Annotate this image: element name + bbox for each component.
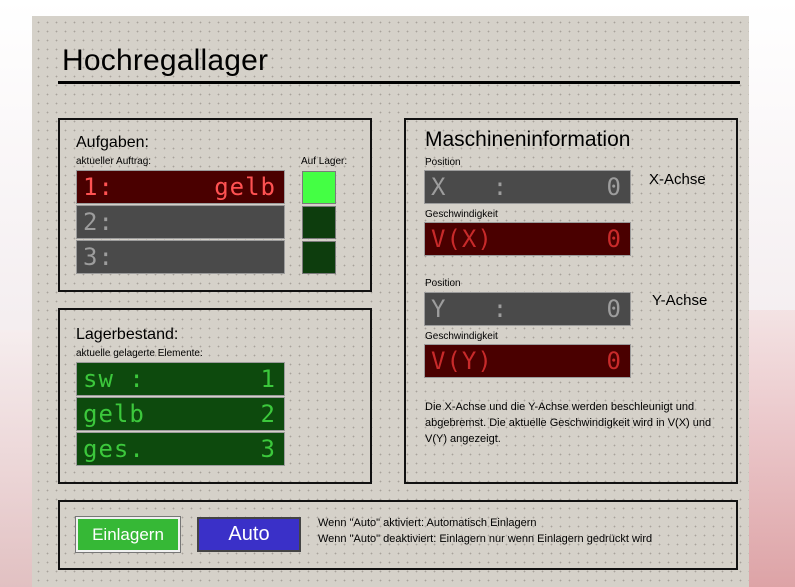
stock-gelb-value: 2 xyxy=(260,400,276,428)
lagerbestand-header: Lagerbestand: xyxy=(76,326,179,343)
stock-indicator-2 xyxy=(302,206,336,239)
y-speed-display: V(Y) 0 xyxy=(424,344,631,378)
y-position-label: Position xyxy=(425,278,461,289)
stock-display-sw: sw : 1 xyxy=(76,362,285,396)
y-speed-prefix: V(Y) xyxy=(431,347,493,375)
x-speed-value: 0 xyxy=(606,225,622,253)
task-1-value: gelb xyxy=(214,173,276,201)
maschine-header: Maschineninformation xyxy=(425,128,631,151)
background-decoration xyxy=(749,310,795,587)
task-display-1: 1: gelb xyxy=(76,170,285,204)
einlagern-button[interactable]: Einlagern xyxy=(76,517,180,552)
y-position-prefix: Y : xyxy=(431,295,509,323)
auf-lager-label: Auf Lager: xyxy=(301,156,348,167)
x-position-value: 0 xyxy=(606,173,622,201)
y-speed-label: Geschwindigkeit xyxy=(425,331,498,342)
task-3-number: 3: xyxy=(83,243,114,271)
controls-note-2: Wenn "Auto" deaktiviert: Einlagern nur w… xyxy=(318,533,653,545)
x-position-prefix: X : xyxy=(431,173,509,201)
task-display-2: 2: xyxy=(76,205,285,239)
x-position-label: Position xyxy=(425,157,461,168)
task-2-number: 2: xyxy=(83,208,114,236)
background-decoration-left xyxy=(0,330,32,587)
auto-button[interactable]: Auto xyxy=(197,517,301,552)
stock-display-total: ges. 3 xyxy=(76,432,285,466)
y-speed-value: 0 xyxy=(606,347,622,375)
stock-total-value: 3 xyxy=(260,435,276,463)
page-title: Hochregallager xyxy=(62,44,269,77)
task-1-number: 1: xyxy=(83,173,114,201)
aufgaben-header: Aufgaben: xyxy=(76,134,149,151)
y-position-display: Y : 0 xyxy=(424,292,631,326)
stock-indicator-1 xyxy=(302,171,336,204)
stock-display-gelb: gelb 2 xyxy=(76,397,285,431)
stock-sw-value: 1 xyxy=(260,365,276,393)
stock-total-label: ges. xyxy=(83,435,145,463)
title-divider xyxy=(58,81,740,84)
stock-gelb-label: gelb xyxy=(83,400,145,428)
x-speed-display: V(X) 0 xyxy=(424,222,631,256)
task-display-3: 3: xyxy=(76,240,285,274)
x-position-display: X : 0 xyxy=(424,170,631,204)
controls-note-1: Wenn "Auto" aktiviert: Automatisch Einla… xyxy=(318,517,537,529)
x-speed-prefix: V(X) xyxy=(431,225,493,253)
lagerbestand-sublabel: aktuelle gelagerte Elemente: xyxy=(76,348,203,359)
stock-sw-label: sw : xyxy=(83,365,145,393)
x-axis-label: X-Achse xyxy=(649,171,706,188)
aufgaben-sublabel: aktueller Auftrag: xyxy=(76,156,152,167)
stock-indicator-3 xyxy=(302,241,336,274)
x-speed-label: Geschwindigkeit xyxy=(425,209,498,220)
machine-info-text: Die X-Achse und die Y-Achse werden besch… xyxy=(425,401,712,445)
y-position-value: 0 xyxy=(606,295,622,323)
y-axis-label: Y-Achse xyxy=(652,292,708,309)
